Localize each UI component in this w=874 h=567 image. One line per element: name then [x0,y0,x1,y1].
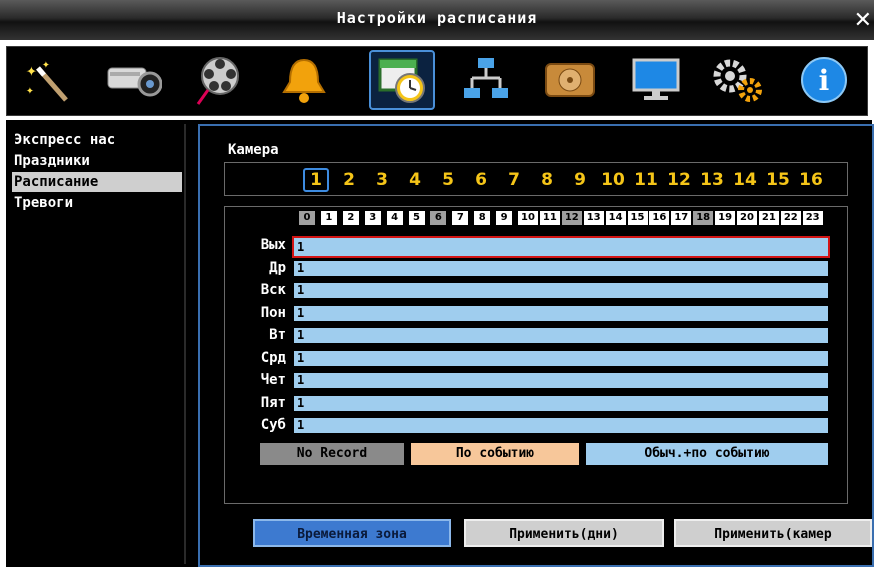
day-label: Срд [260,349,286,366]
hour-cell: 1 [320,211,337,225]
camera-number[interactable]: 14 [732,168,758,192]
info-icon[interactable]: i [795,51,853,109]
schedule-clock-icon[interactable] [369,50,435,110]
network-icon[interactable] [457,51,515,109]
svg-text:✦: ✦ [26,83,34,98]
day-schedule-bar[interactable]: 1 [294,328,828,343]
day-schedule-bar[interactable]: 1 [294,350,828,366]
day-schedule-bar[interactable]: 1 [294,305,828,321]
hour-cell: 15 [627,211,648,225]
day-label: Чет [260,372,286,388]
svg-text:✦: ✦ [26,60,37,81]
day-label: Суб [260,417,286,433]
hour-cell: 17 [671,211,692,225]
hour-cell: 10 [518,211,538,225]
hour-cell: 14 [605,211,626,225]
camera-number[interactable]: 1 [303,168,329,192]
day-schedule-bar[interactable]: 1 [294,418,828,433]
main-toolbar: ✦ ✦ ✦ i [6,46,868,116]
camera-number[interactable]: 9 [567,168,593,192]
svg-text:✦: ✦ [42,57,50,72]
camera-number[interactable]: 5 [435,168,461,192]
timezone-button[interactable]: Временная зона [253,519,451,547]
camera-label: Камера [228,142,279,158]
hour-cell: 12 [561,211,582,225]
day-label: Пон [260,304,286,321]
hour-cell: 5 [408,211,425,225]
close-icon[interactable]: ✕ [854,10,872,32]
svg-text:i: i [819,64,830,97]
day-label: Вт [269,327,286,343]
legend-no-record[interactable]: No Record [260,443,404,465]
camera-number[interactable]: 7 [501,168,527,192]
apply-cameras-button[interactable]: Применить(камер [674,519,872,547]
film-reel-icon[interactable] [191,51,249,109]
day-label: Др [269,259,286,276]
hour-cell: 0 [299,211,315,225]
legend-normal-and-event[interactable]: Обыч.+по событию [586,443,828,465]
hour-cell: 4 [386,211,403,225]
day-label: Пят [260,394,286,411]
sidebar-item-express[interactable]: Экспресс нас [12,130,182,150]
hour-cell: 9 [496,211,513,225]
hour-cell: 23 [802,211,823,225]
camera-number[interactable]: 10 [600,168,626,192]
hour-cell: 20 [737,211,757,225]
hour-cell: 21 [758,211,779,225]
hour-cell: 16 [649,211,670,225]
camera-number[interactable]: 6 [468,168,494,192]
day-schedule-bar[interactable]: 1 [294,260,828,276]
hour-cell: 11 [539,211,560,225]
day-label: Вых [260,237,286,253]
legend-on-event[interactable]: По событию [411,443,579,465]
hour-cell: 22 [780,211,801,225]
gears-icon[interactable] [709,51,767,109]
camera-icon[interactable] [105,51,163,109]
camera-number[interactable]: 15 [765,168,791,192]
camera-number[interactable]: 8 [534,168,560,192]
hour-cell: 18 [693,211,714,225]
day-schedule-bar[interactable]: 1 [292,236,830,258]
bell-icon[interactable] [275,51,333,109]
hour-cell: 2 [342,211,359,225]
hour-cell: 3 [364,211,381,225]
camera-number[interactable]: 11 [633,168,659,192]
hdd-icon[interactable] [541,51,599,109]
monitor-icon[interactable] [627,51,685,109]
camera-number[interactable]: 16 [798,168,824,192]
camera-number[interactable]: 13 [699,168,725,192]
magic-wand-icon[interactable]: ✦ ✦ ✦ [19,51,77,109]
day-schedule-bar[interactable]: 1 [294,395,828,411]
camera-number[interactable]: 4 [402,168,428,192]
window-title: Настройки расписания [0,0,874,40]
day-schedule-bar[interactable]: 1 [294,373,828,388]
camera-number[interactable]: 12 [666,168,692,192]
camera-number[interactable]: 2 [336,168,362,192]
hour-cell: 7 [452,211,469,225]
camera-number[interactable]: 3 [369,168,395,192]
apply-days-button[interactable]: Применить(дни) [464,519,664,547]
day-schedule-bar[interactable]: 1 [294,283,828,298]
sidebar-item-holidays[interactable]: Праздники [12,151,182,171]
hour-cell: 13 [583,211,604,225]
sidebar-item-schedule[interactable]: Расписание [12,172,182,192]
hour-cell: 6 [430,211,447,225]
hour-cell: 19 [715,211,736,225]
sidebar-item-alarms[interactable]: Тревоги [12,193,182,213]
hour-cell: 8 [474,211,491,225]
day-label: Вск [260,282,286,298]
